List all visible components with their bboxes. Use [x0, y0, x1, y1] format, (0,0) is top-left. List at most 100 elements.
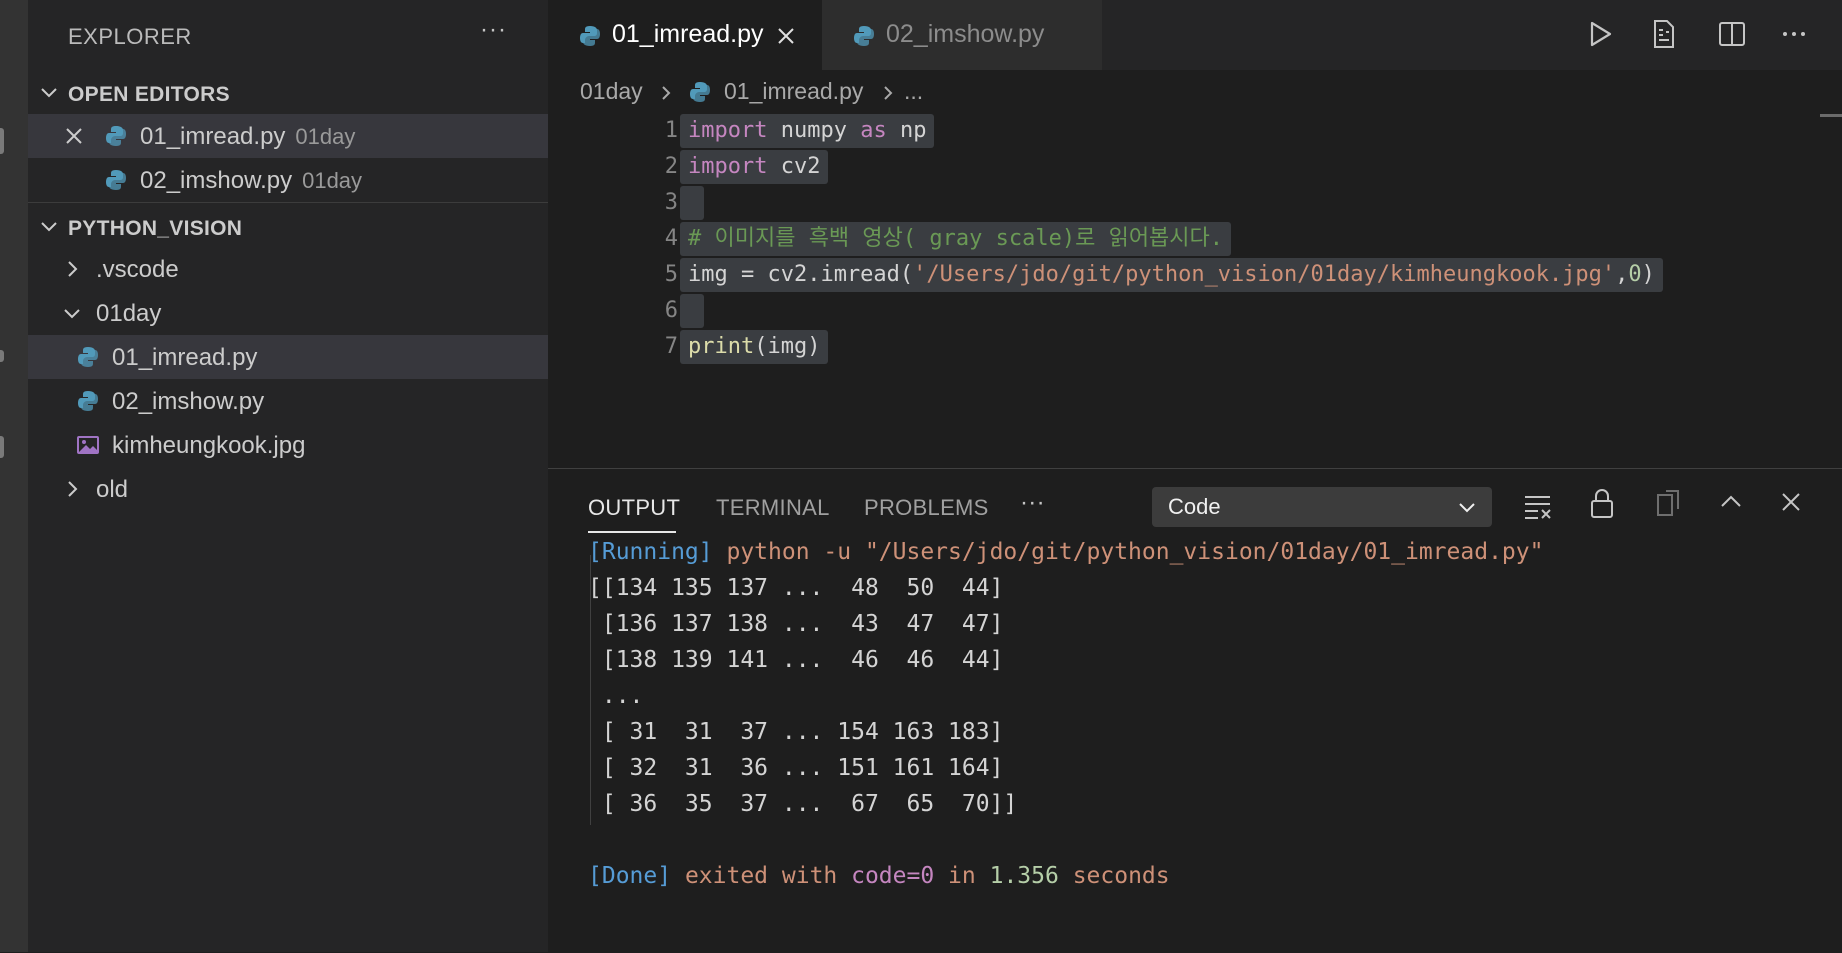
activity-indicator — [0, 350, 4, 362]
lock-icon[interactable] — [1588, 487, 1616, 519]
code-string: '/Users/jdo/git/python_vision/01day/kimh… — [913, 262, 1616, 287]
more-tabs-icon[interactable]: ··· — [1020, 489, 1045, 517]
output-channel-value: Code — [1168, 494, 1221, 519]
activity-bar — [0, 0, 28, 952]
scrollbar[interactable] — [1820, 114, 1842, 117]
tree-item-label: old — [96, 476, 129, 503]
open-log-icon[interactable] — [1652, 487, 1684, 519]
chevron-down-icon — [41, 88, 57, 98]
line-number: 6 — [664, 298, 678, 323]
code-line-empty — [680, 294, 704, 328]
tree-item-01-imread[interactable]: 01_imread.py — [28, 335, 548, 379]
output-line: [ 32 31 36 ... 151 161 164] — [588, 755, 1004, 781]
chevron-right-icon — [884, 86, 893, 100]
open-editor-item[interactable]: 01_imread.py 01day — [28, 114, 548, 158]
tree-item-label: 02_imshow.py — [112, 388, 265, 415]
code-line: # 이미지를 흑백 영상( gray scale)로 읽어봅시다. — [680, 222, 1232, 256]
section-divider — [28, 202, 548, 203]
output-line: [ 31 31 37 ... 154 163 183] — [588, 719, 1004, 745]
tree-item-01day[interactable]: 01day — [28, 291, 548, 335]
tab-label: 02_imshow.py — [886, 20, 1045, 48]
code-token: , — [1615, 262, 1629, 287]
python-file-icon — [78, 347, 98, 367]
code-token: img = cv2.imread( — [688, 262, 914, 287]
python-file-icon — [78, 391, 98, 411]
more-actions-icon[interactable] — [1778, 18, 1810, 50]
tab-label: 01_imread.py — [612, 20, 764, 48]
code-token: numpy — [767, 118, 861, 143]
breadcrumb-folder[interactable]: 01day — [580, 78, 643, 105]
file-name: 01_imread.py — [140, 123, 286, 150]
active-tab-indicator — [588, 531, 676, 533]
done-text: seconds — [1058, 863, 1170, 889]
tree-item-vscode[interactable]: .vscode — [28, 247, 548, 291]
output-line: ... — [588, 683, 644, 709]
chevron-right-icon — [68, 481, 78, 497]
code-token: ) — [1641, 262, 1655, 287]
python-file-icon — [106, 126, 126, 146]
open-editors-section[interactable]: OPEN EDITORS — [28, 74, 548, 114]
output-line: [ 36 35 37 ... 67 65 70]] — [588, 791, 1018, 817]
activity-indicator — [0, 436, 4, 458]
code-token: import — [688, 154, 768, 179]
chevron-down-icon — [64, 309, 80, 319]
code-line: print(img) — [680, 330, 829, 364]
code-line: img = cv2.imread('/Users/jdo/git/python_… — [680, 258, 1663, 292]
split-editor-icon[interactable] — [1716, 18, 1748, 50]
python-file-icon — [580, 26, 600, 46]
running-command: python -u "/Users/jdo/git/python_vision/… — [712, 539, 1544, 565]
output-line: [[134 135 137 ... 48 50 44] — [588, 575, 1004, 601]
tab-01-imread[interactable]: 01_imread.py — [548, 0, 822, 70]
breadcrumb-file[interactable]: 01_imread.py — [724, 78, 863, 105]
running-tag: [Running] — [588, 539, 713, 565]
line-number: 5 — [664, 262, 678, 287]
output-channel-select[interactable]: Code — [1152, 487, 1492, 527]
tab-output[interactable]: OUTPUT — [588, 495, 680, 521]
code-token: import — [688, 118, 768, 143]
tree-item-image[interactable]: kimheungkook.jpg — [28, 423, 548, 467]
run-icon[interactable] — [1584, 18, 1616, 50]
line-number: 4 — [664, 226, 678, 251]
close-icon[interactable] — [64, 126, 84, 146]
code-line: import numpy as np — [680, 114, 935, 148]
code-line-empty — [680, 186, 704, 220]
tab-02-imshow[interactable]: 02_imshow.py — [822, 0, 1102, 70]
chevron-up-icon[interactable] — [1718, 489, 1744, 515]
code-comment: # 이미지를 흑백 영상( gray scale)로 읽어봅시다. — [688, 226, 1224, 251]
elapsed-time: 1.356 — [989, 863, 1059, 889]
done-text: exited with — [671, 863, 852, 889]
tab-terminal[interactable]: TERMINAL — [716, 495, 830, 521]
open-editor-item[interactable]: 02_imshow.py 01day — [28, 158, 548, 202]
editor-tabs: 01_imread.py 02_imshow.py — [548, 0, 1842, 70]
explorer-sidebar: EXPLORER ··· OPEN EDITORS 01_imread.py 01… — [28, 0, 548, 952]
code-token: (img) — [754, 334, 821, 359]
code-number: 0 — [1628, 262, 1642, 287]
close-icon[interactable] — [1780, 491, 1802, 513]
open-changes-icon[interactable] — [1648, 18, 1680, 50]
chevron-right-icon — [68, 261, 78, 277]
more-actions-icon[interactable]: ··· — [480, 16, 507, 44]
code-token: np — [886, 118, 927, 143]
image-file-icon — [77, 436, 99, 454]
code-token: cv2 — [767, 154, 821, 179]
code-token: as — [860, 118, 887, 143]
python-file-icon — [106, 170, 126, 190]
close-icon[interactable] — [776, 26, 796, 46]
chevron-right-icon — [662, 86, 671, 100]
tree-item-label: .vscode — [96, 256, 179, 283]
explorer-title: EXPLORER — [68, 24, 192, 49]
code-editor[interactable]: 1 2 3 4 5 6 7 import numpy as np import … — [548, 114, 1842, 468]
bottom-panel: OUTPUT TERMINAL PROBLEMS ··· Code [Runni… — [548, 468, 1842, 953]
tree-item-old[interactable]: old — [28, 467, 548, 511]
breadcrumb-more[interactable]: ... — [904, 78, 923, 105]
tree-item-02-imshow[interactable]: 02_imshow.py — [28, 379, 548, 423]
code-line: import cv2 — [680, 150, 829, 184]
exit-code: code=0 — [851, 863, 935, 889]
clear-output-icon[interactable] — [1522, 491, 1554, 521]
project-section[interactable]: PYTHON_VISION — [28, 208, 548, 248]
output-line: [Done] exited with code=0 in 1.356 secon… — [588, 863, 1170, 889]
output-line: [138 139 141 ... 46 46 44] — [588, 647, 1004, 673]
chevron-down-icon — [1459, 503, 1475, 513]
chevron-down-icon — [41, 222, 57, 232]
tab-problems[interactable]: PROBLEMS — [864, 495, 989, 521]
